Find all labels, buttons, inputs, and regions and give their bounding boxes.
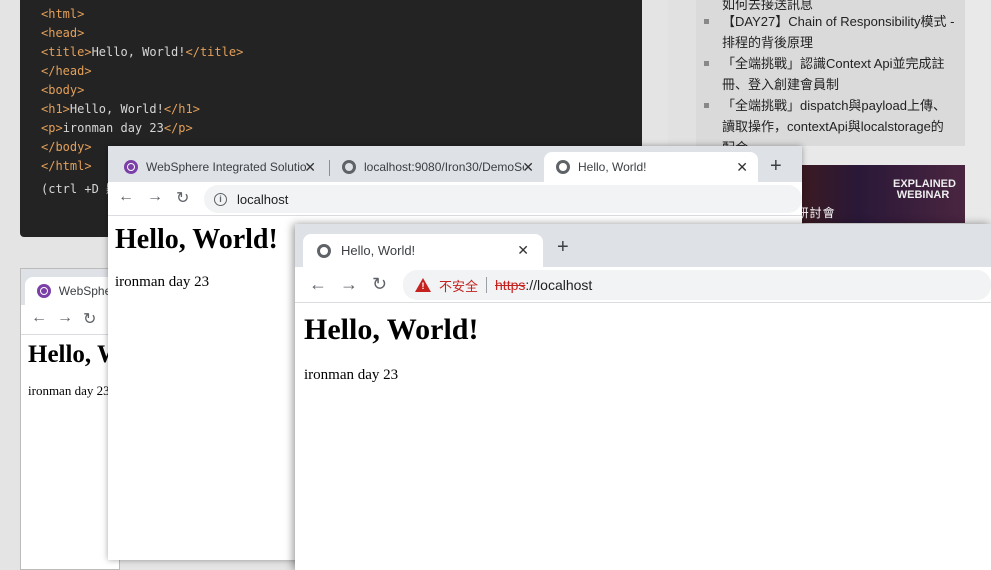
url-scheme: https — [495, 277, 526, 293]
tab-websphere[interactable]: WebSphere — [25, 277, 121, 305]
code-line: </body> — [41, 140, 92, 154]
code-tag: <p> — [41, 121, 63, 135]
code-tag: </html> — [41, 159, 92, 173]
code-line: <title>Hello, World!</title> — [41, 45, 243, 59]
code-text: ironman day 23 — [62, 121, 164, 135]
tab-hello-world[interactable]: Hello, World! ✕ — [544, 152, 758, 182]
info-icon[interactable]: i — [214, 192, 227, 206]
url-host: ://localhost — [525, 277, 593, 293]
page-heading: Hello, World! — [115, 224, 278, 255]
websphere-icon — [37, 284, 51, 298]
browser-toolbar: ← → ↻ — [21, 305, 119, 335]
globe-icon — [556, 160, 570, 174]
tab-localhost-demo[interactable]: localhost:9080/Iron30/DemoSe ✕ — [330, 152, 544, 182]
new-tab-button[interactable]: + — [770, 155, 782, 178]
code-text: Hello, World! — [69, 102, 164, 116]
code-line: <head> — [41, 26, 84, 40]
close-icon[interactable]: ✕ — [517, 242, 529, 259]
page-paragraph: ironman day 23 — [304, 367, 399, 383]
tab-hello-world[interactable]: Hello, World! ✕ — [303, 234, 543, 267]
browser-window-front: Hello, World! ✕ + ← → ↻ ! 不安全 https ://l… — [295, 224, 991, 570]
browser-toolbar: ← → ↻ ! 不安全 https ://localhost — [295, 267, 991, 303]
tab-strip: WebSphere — [21, 269, 121, 305]
close-icon[interactable]: ✕ — [304, 159, 316, 176]
security-status[interactable]: 不安全 — [439, 276, 478, 295]
page-heading: Hello, World! — [304, 313, 479, 346]
tab-strip: Hello, World! ✕ + — [295, 224, 991, 267]
tab-title: Hello, World! — [341, 243, 416, 258]
tab-title: Hello, World! — [578, 160, 647, 174]
tab-title: localhost:9080/Iron30/DemoSe — [364, 160, 524, 174]
code-tag: </title> — [185, 45, 244, 59]
forward-button[interactable]: → — [57, 309, 73, 327]
code-tag: <body> — [41, 83, 85, 97]
code-tag: <head> — [41, 26, 85, 40]
tab-strip: WebSphere Integrated Solution ✕ localhos… — [108, 146, 802, 182]
page-content: Hello, World! ironman day 23 — [304, 313, 478, 384]
reload-button[interactable]: ↻ — [83, 309, 96, 329]
code-line: <h1>Hello, World!</h1> — [41, 102, 200, 116]
tab-websphere[interactable]: WebSphere Integrated Solution ✕ — [112, 152, 326, 182]
code-tag: <title> — [41, 45, 92, 59]
globe-icon — [342, 160, 356, 174]
forward-button[interactable]: → — [340, 274, 358, 295]
browser-window-back: WebSphere ← → ↻ Hello, W ironman day 23 — [20, 268, 122, 570]
code-line: <body> — [41, 83, 84, 97]
code-line: </html> — [41, 159, 92, 173]
back-button[interactable]: ← — [31, 309, 47, 327]
code-footer: (ctrl +D 顯 — [41, 182, 119, 196]
address-bar[interactable]: ! 不安全 https ://localhost — [403, 270, 991, 300]
browser-toolbar: ← → ↻ i localhost — [108, 182, 802, 216]
close-icon[interactable]: ✕ — [522, 159, 534, 176]
sidebar-item[interactable]: 「全端挑戰」認識Context Api並完成註冊、登入創建會員制 — [704, 53, 956, 95]
code-tag: <html> — [41, 7, 85, 21]
forward-button[interactable]: → — [147, 188, 163, 206]
tab-title: WebSphere Integrated Solution — [146, 160, 306, 174]
reload-button[interactable]: ↻ — [176, 188, 189, 208]
url-text: localhost — [237, 191, 289, 207]
close-icon[interactable]: ✕ — [736, 159, 748, 176]
code-line: <p>ironman day 23</p> — [41, 121, 193, 135]
globe-icon — [317, 243, 331, 258]
new-tab-button[interactable]: + — [557, 236, 569, 259]
warning-icon[interactable]: ! — [415, 278, 431, 292]
page-content: Hello, World! ironman day 23 — [115, 224, 278, 291]
code-line: </head> — [41, 64, 92, 78]
sidebar-item[interactable]: 【DAY27】Chain of Responsibility模式 - 排程的背後… — [704, 11, 956, 53]
code-tag: </body> — [41, 140, 92, 154]
code-tag: </p> — [163, 121, 193, 135]
page-paragraph: ironman day 23 — [115, 274, 210, 290]
code-tag: </head> — [41, 64, 92, 78]
related-articles: 如何去接送訊息 【DAY27】Chain of Responsibility模式… — [696, 0, 965, 155]
code-line: <html> — [41, 7, 84, 21]
banner-logo: EXPLAINED WEBINAR — [893, 178, 956, 201]
back-button[interactable]: ← — [309, 274, 327, 295]
code-text: Hello, World! — [91, 45, 186, 59]
code-tag: <h1> — [41, 102, 70, 116]
back-button[interactable]: ← — [118, 188, 134, 206]
reload-button[interactable]: ↻ — [372, 274, 387, 295]
websphere-icon — [124, 160, 138, 174]
code-tag: </h1> — [163, 102, 200, 116]
address-bar[interactable]: i localhost — [204, 185, 802, 213]
